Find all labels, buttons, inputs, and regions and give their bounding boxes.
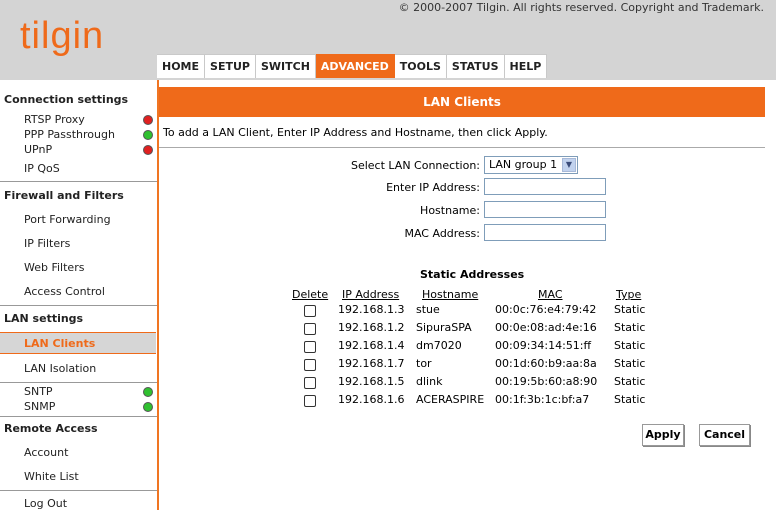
type-cell: Static xyxy=(614,375,646,388)
column-header-mac: MAC xyxy=(538,288,563,301)
cancel-button[interactable]: Cancel xyxy=(699,424,750,446)
chevron-down-icon[interactable]: ▼ xyxy=(562,158,576,172)
column-header-hostname: Hostname xyxy=(422,288,479,301)
table-row: 192.168.1.7 tor 00:1d:60:b9:aa:8a Static xyxy=(0,357,776,375)
logout-link[interactable]: Log Out xyxy=(24,497,67,510)
table-row: 192.168.1.4 dm7020 00:09:34:14:51:ff Sta… xyxy=(0,339,776,357)
divider xyxy=(0,181,157,182)
page-title: LAN Clients xyxy=(159,87,765,117)
ip-address-input[interactable] xyxy=(484,178,606,195)
delete-checkbox[interactable] xyxy=(304,395,316,407)
tab-setup[interactable]: SETUP xyxy=(205,54,256,78)
intro-text: To add a LAN Client, Enter IP Address an… xyxy=(163,126,548,139)
divider xyxy=(0,490,157,491)
hostname-cell: stue xyxy=(416,303,440,316)
column-header-type: Type xyxy=(616,288,642,301)
status-red-icon xyxy=(143,145,153,155)
sidebar-item-upnp[interactable]: UPnP xyxy=(24,143,52,156)
tab-tools[interactable]: TOOLS xyxy=(394,54,447,78)
column-header-delete: Delete xyxy=(292,288,329,301)
tab-advanced[interactable]: ADVANCED xyxy=(315,54,395,78)
sidebar-item-ppp-passthrough[interactable]: PPP Passthrough xyxy=(24,128,115,141)
divider xyxy=(0,416,157,417)
sidebar-item-web-filters[interactable]: Web Filters xyxy=(24,261,84,274)
type-cell: Static xyxy=(614,321,646,334)
header: © 2000-2007 Tilgin. All rights reserved.… xyxy=(0,0,776,80)
hostname-label: Hostname: xyxy=(420,204,480,217)
table-row: 192.168.1.3 stue 00:0c:76:e4:79:42 Stati… xyxy=(0,303,776,321)
hostname-cell: SipuraSPA xyxy=(416,321,472,334)
select-value: LAN group 1 xyxy=(489,158,558,171)
sidebar-item-white-list[interactable]: White List xyxy=(24,470,79,483)
ip-address-label: Enter IP Address: xyxy=(386,181,480,194)
type-cell: Static xyxy=(614,357,646,370)
tab-switch[interactable]: SWITCH xyxy=(255,54,316,78)
sidebar-item-port-forwarding[interactable]: Port Forwarding xyxy=(24,213,111,226)
section-connection-settings: Connection settings xyxy=(4,93,129,106)
delete-checkbox[interactable] xyxy=(304,359,316,371)
static-addresses-title: Static Addresses xyxy=(420,268,525,281)
copyright-text[interactable]: © 2000-2007 Tilgin. All rights reserved.… xyxy=(399,1,764,14)
tab-help[interactable]: HELP xyxy=(504,54,548,78)
hostname-cell: dlink xyxy=(416,375,443,388)
table-row: 192.168.1.2 SipuraSPA 00:0e:08:ad:4e:16 … xyxy=(0,321,776,339)
ip-cell: 192.168.1.7 xyxy=(338,357,405,370)
hostname-input[interactable] xyxy=(484,201,606,218)
mac-address-label: MAC Address: xyxy=(404,227,480,240)
hostname-cell: tor xyxy=(416,357,432,370)
sidebar-item-ip-qos[interactable]: IP QoS xyxy=(24,162,60,175)
tab-home[interactable]: HOME xyxy=(157,54,206,78)
sidebar-item-access-control[interactable]: Access Control xyxy=(24,285,105,298)
mac-cell: 00:09:34:14:51:ff xyxy=(495,339,592,352)
ip-cell: 192.168.1.5 xyxy=(338,375,405,388)
type-cell: Static xyxy=(614,303,646,316)
column-header-ip: IP Address xyxy=(342,288,400,301)
select-lan-connection-label: Select LAN Connection: xyxy=(350,159,480,172)
mac-cell: 00:1f:3b:1c:bf:a7 xyxy=(495,393,590,406)
hostname-cell: dm7020 xyxy=(416,339,462,352)
hostname-cell: ACERASPIRE xyxy=(416,393,485,406)
status-red-icon xyxy=(143,115,153,125)
sidebar-item-account[interactable]: Account xyxy=(24,446,68,459)
delete-checkbox[interactable] xyxy=(304,305,316,317)
lan-connection-select[interactable]: LAN group 1 ▼ xyxy=(484,156,578,174)
section-firewall-filters: Firewall and Filters xyxy=(4,189,124,202)
delete-checkbox[interactable] xyxy=(304,323,316,335)
delete-checkbox[interactable] xyxy=(304,341,316,353)
mac-cell: 00:1d:60:b9:aa:8a xyxy=(495,357,597,370)
section-remote-access: Remote Access xyxy=(4,422,98,435)
apply-button[interactable]: Apply xyxy=(642,424,684,446)
type-cell: Static xyxy=(614,339,646,352)
mac-cell: 00:0c:76:e4:79:42 xyxy=(495,303,597,316)
delete-checkbox[interactable] xyxy=(304,377,316,389)
tilgin-logo: tilgin xyxy=(20,15,105,57)
mac-cell: 00:0e:08:ad:4e:16 xyxy=(495,321,597,334)
mac-address-input[interactable] xyxy=(484,224,606,241)
sidebar-item-ip-filters[interactable]: IP Filters xyxy=(24,237,70,250)
type-cell: Static xyxy=(614,393,646,406)
sidebar-divider xyxy=(157,80,159,510)
ip-cell: 192.168.1.3 xyxy=(338,303,405,316)
main-nav: HOME SETUP SWITCH ADVANCED TOOLS STATUS … xyxy=(157,54,548,78)
mac-cell: 00:19:5b:60:a8:90 xyxy=(495,375,598,388)
ip-cell: 192.168.1.4 xyxy=(338,339,405,352)
table-row: 192.168.1.5 dlink 00:19:5b:60:a8:90 Stat… xyxy=(0,375,776,393)
table-row: 192.168.1.6 ACERASPIRE 00:1f:3b:1c:bf:a7… xyxy=(0,393,776,411)
divider xyxy=(159,147,765,148)
tab-status[interactable]: STATUS xyxy=(446,54,505,78)
ip-cell: 192.168.1.2 xyxy=(338,321,405,334)
sidebar-item-rtsp-proxy[interactable]: RTSP Proxy xyxy=(24,113,85,126)
ip-cell: 192.168.1.6 xyxy=(338,393,405,406)
status-green-icon xyxy=(143,130,153,140)
